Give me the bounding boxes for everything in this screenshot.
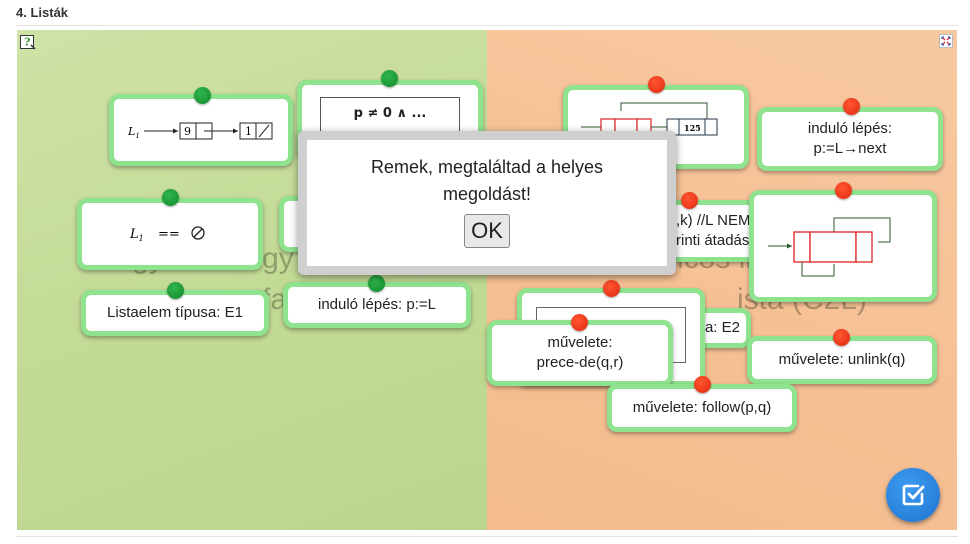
title-divider	[16, 25, 958, 26]
card-pin-green[interactable]	[368, 275, 385, 292]
card-label: Listaelem típusa: E1	[107, 304, 243, 321]
card-l1-equals-null[interactable]: L1 ==	[77, 198, 263, 270]
p-condition-text: p ≠ 0 ∧ ...	[353, 106, 427, 121]
section-title: 4. Listák	[16, 5, 69, 20]
card-pin-red[interactable]	[603, 280, 620, 297]
card-pin-red[interactable]	[571, 314, 588, 331]
l1-list-diagram: L1 9 1	[127, 122, 273, 140]
card-label: művelete: follow(p,q)	[632, 399, 772, 416]
card-label: művelete: prece-de(q,r)	[536, 334, 624, 371]
card-l1-list-diagram[interactable]: L1 9 1	[109, 94, 293, 166]
card-unlink-diagram[interactable]	[749, 190, 937, 302]
check-solution-button[interactable]	[886, 468, 940, 522]
svg-text:1: 1	[245, 125, 252, 138]
svg-text:==: ==	[158, 227, 180, 242]
unlink-diagram	[768, 217, 891, 277]
card-pin-green[interactable]	[194, 87, 211, 104]
svg-text:L1: L1	[129, 227, 144, 243]
card-pin-red[interactable]	[835, 182, 852, 199]
ok-button[interactable]: OK	[464, 214, 510, 248]
group-puzzle-board: Egyszerű egy fa ncos li istá (C2L) ? L1 …	[17, 30, 957, 530]
card-pin-green[interactable]	[381, 70, 398, 87]
l1-null-formula: L1 ==	[129, 226, 205, 243]
card-pin-red[interactable]	[681, 192, 698, 209]
fullscreen-icon[interactable]	[939, 34, 953, 48]
card-start-step-next[interactable]: induló lépés: p:=L→next	[757, 107, 943, 171]
check-icon	[902, 484, 925, 506]
success-message: Remek, megtaláltad a helyes megoldást!	[370, 157, 604, 204]
card-label: induló lépés: p:=L	[317, 296, 436, 313]
svg-text:?: ?	[24, 36, 30, 49]
bottom-divider	[16, 536, 958, 537]
card-label: művelete: unlink(q)	[778, 351, 906, 368]
card-pin-green[interactable]	[162, 189, 179, 206]
svg-text:125: 125	[684, 123, 701, 133]
help-icon[interactable]: ?	[19, 33, 37, 51]
card-pin-red[interactable]	[843, 98, 860, 115]
card-pin-green[interactable]	[167, 282, 184, 299]
svg-text:9: 9	[184, 125, 191, 138]
card-pin-red[interactable]	[833, 329, 850, 346]
card-pin-red[interactable]	[648, 76, 665, 93]
success-dialog-body: Remek, megtaláltad a helyes megoldást! O…	[307, 140, 667, 266]
card-label: induló lépés: p:=L→next	[807, 120, 893, 157]
card-label: :a: E2	[700, 319, 740, 336]
success-dialog: Remek, megtaláltad a helyes megoldást! O…	[298, 131, 676, 275]
svg-text:L1: L1	[127, 125, 140, 140]
p-condition-structogram: p ≠ 0 ∧ ...	[320, 97, 460, 133]
card-pin-red[interactable]	[694, 376, 711, 393]
